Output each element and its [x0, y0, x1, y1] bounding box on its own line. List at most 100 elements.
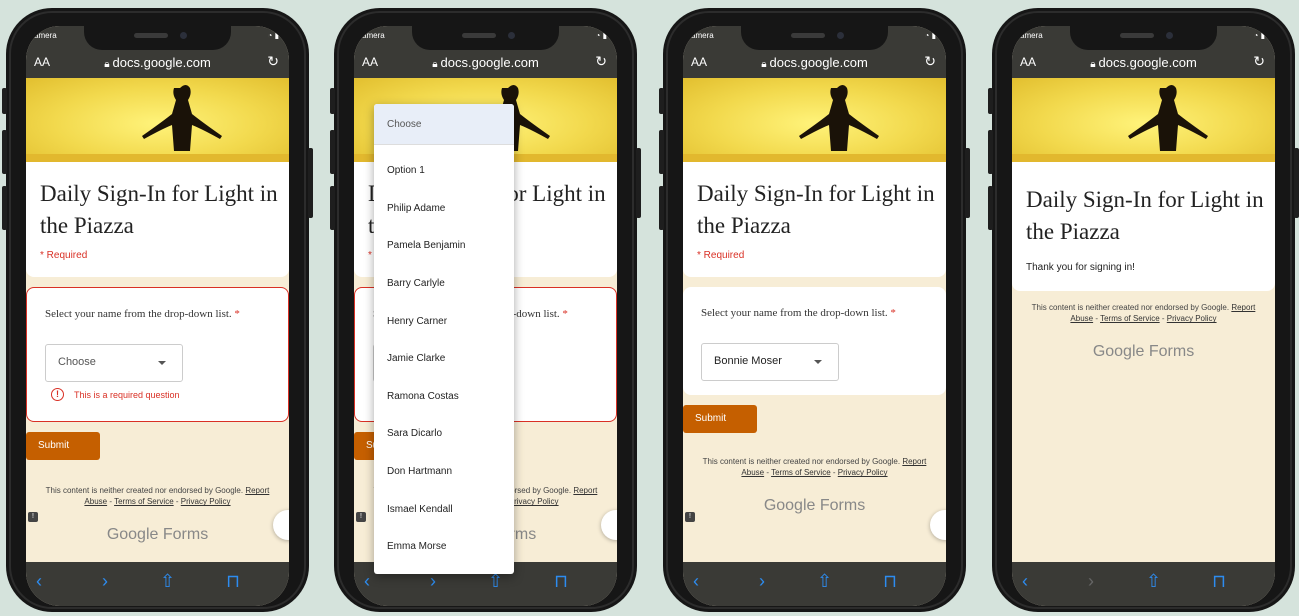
terms-link[interactable]: Terms of Service: [1100, 314, 1160, 323]
forward-icon[interactable]: ›: [1088, 572, 1094, 590]
carrier-label: amera: [362, 31, 385, 40]
google-wordmark: Google: [763, 496, 816, 514]
header-banner: [26, 78, 289, 154]
dropdown-option[interactable]: Ismael Kendall: [374, 490, 514, 528]
url-text: docs.google.com: [1098, 55, 1197, 70]
required-asterisk: *: [890, 307, 896, 320]
dropdown-option[interactable]: Choose: [374, 104, 514, 144]
side-button: [988, 88, 993, 114]
question-card: Select your name from the drop-down list…: [26, 287, 289, 423]
bookmarks-icon[interactable]: ⊓: [1212, 572, 1226, 590]
google-forms-logo: Google Forms: [683, 497, 946, 515]
back-icon[interactable]: ‹: [1022, 572, 1028, 590]
terms-link[interactable]: Terms of Service: [114, 497, 174, 506]
dropdown-option[interactable]: Jamie Clarke: [374, 340, 514, 378]
page-content: Daily Sign-In for Light in the Piazza * …: [683, 78, 946, 562]
carrier-label: amera: [34, 31, 57, 40]
question-card: Select your name from the drop-down list…: [683, 287, 946, 396]
required-asterisk: *: [234, 308, 240, 321]
dropdown-value: Bonnie Moser: [714, 355, 782, 368]
name-dropdown[interactable]: Choose: [45, 344, 183, 383]
report-icon[interactable]: !: [28, 512, 38, 522]
share-icon[interactable]: ⇧: [817, 572, 832, 590]
bookmarks-icon[interactable]: ⊓: [226, 572, 240, 590]
reload-icon[interactable]: ↻: [924, 53, 936, 70]
privacy-link[interactable]: Privacy Policy: [838, 468, 888, 477]
battery-icon: ◔ ▮: [267, 31, 279, 40]
privacy-link[interactable]: Privacy Policy: [181, 497, 231, 506]
safari-toolbar: ‹ › ⇧ ⊓: [1012, 562, 1275, 606]
phone-1: amera ◔ ▮ AA 🔒︎ docs.google.com ↻ Daily S…: [2, 8, 313, 612]
report-link[interactable]: Report: [245, 486, 269, 495]
share-icon[interactable]: ⇧: [488, 572, 503, 590]
submit-button[interactable]: Submit: [26, 432, 100, 461]
forward-icon[interactable]: ›: [430, 572, 436, 590]
dropdown-option[interactable]: Sara Dicarlo: [374, 415, 514, 453]
forms-wordmark: Forms: [1148, 342, 1195, 360]
dropdown-value: Choose: [58, 356, 96, 369]
reload-icon[interactable]: ↻: [595, 53, 607, 70]
disclaimer: This content is neither created nor endo…: [702, 457, 927, 478]
side-button: [330, 130, 335, 174]
dropdown-option[interactable]: Ramona Costas: [374, 378, 514, 416]
reload-icon[interactable]: ↻: [1253, 53, 1265, 70]
question-text: Select your name from the drop-down list…: [701, 307, 888, 320]
side-button: [2, 88, 7, 114]
bookmarks-icon[interactable]: ⊓: [554, 572, 568, 590]
back-icon[interactable]: ‹: [693, 572, 699, 590]
address-bar[interactable]: AA 🔒︎ docs.google.com ↻: [354, 48, 617, 78]
dropdown-option[interactable]: Philip Adame: [374, 190, 514, 228]
submit-button[interactable]: Submit: [683, 405, 757, 434]
report-link[interactable]: Report: [573, 486, 597, 495]
forward-icon[interactable]: ›: [759, 572, 765, 590]
disclaimer-text: This content is neither created nor endo…: [1031, 303, 1230, 313]
address-bar[interactable]: AA 🔒︎ docs.google.com ↻: [683, 48, 946, 78]
dropdown-option[interactable]: Barry Carlyle: [374, 265, 514, 303]
terms-link[interactable]: Terms of Service: [771, 468, 831, 477]
safari-toolbar: ‹ › ⇧ ⊓: [26, 562, 289, 606]
privacy-link[interactable]: Privacy Policy: [1167, 314, 1217, 323]
dropdown-menu: Choose Option 1 Philip Adame Pamela Benj…: [374, 104, 514, 574]
header-banner: [1012, 78, 1275, 154]
caret-down-icon: [814, 360, 822, 365]
back-icon[interactable]: ‹: [36, 572, 42, 590]
form-title: Daily Sign-In for Light in: [697, 181, 935, 206]
forward-icon[interactable]: ›: [102, 572, 108, 590]
carrier-label: amera: [691, 31, 714, 40]
dropdown-option[interactable]: Emma Morse: [374, 528, 514, 566]
reload-icon[interactable]: ↻: [267, 53, 279, 70]
name-dropdown[interactable]: Bonnie Moser: [701, 343, 839, 382]
share-icon[interactable]: ⇧: [160, 572, 175, 590]
dropdown-option[interactable]: Option 1: [374, 152, 514, 190]
phone-2: amera ◔ ▮ AA 🔒︎docs.google.com ↻ Daily S…: [330, 8, 641, 612]
abuse-link[interactable]: Abuse: [741, 468, 764, 477]
report-icon[interactable]: !: [356, 512, 366, 522]
form-title-line2: the Piazza: [40, 213, 134, 239]
abuse-link[interactable]: Abuse: [84, 497, 107, 506]
dropdown-option[interactable]: Henry Carner: [374, 302, 514, 340]
bookmarks-icon[interactable]: ⊓: [883, 572, 897, 590]
form-header-card: Daily Sign-In for Light in the Piazza Th…: [1012, 154, 1275, 292]
forms-wordmark: Forms: [819, 496, 866, 514]
address-bar[interactable]: AA 🔒︎ docs.google.com ↻: [26, 48, 289, 78]
privacy-link[interactable]: Privacy Policy: [509, 497, 559, 506]
carrier-label: amera: [1020, 31, 1043, 40]
battery-icon: ◔ ▮: [924, 31, 936, 40]
share-icon[interactable]: ⇧: [1146, 572, 1161, 590]
report-link[interactable]: Report: [1231, 303, 1255, 312]
side-button: [659, 186, 664, 230]
side-button: [636, 148, 641, 218]
confirmation-message: Thank you for signing in!: [1026, 262, 1135, 274]
report-link[interactable]: Report: [902, 457, 926, 466]
side-button: [659, 88, 664, 114]
side-button: [659, 130, 664, 174]
side-button: [330, 186, 335, 230]
dropdown-option[interactable]: Don Hartmann: [374, 453, 514, 491]
dropdown-option[interactable]: Pamela Benjamin: [374, 227, 514, 265]
notch: [1070, 26, 1217, 50]
address-bar[interactable]: AA 🔒︎ docs.google.com ↻: [1012, 48, 1275, 78]
report-icon[interactable]: !: [685, 512, 695, 522]
abuse-link[interactable]: Abuse: [1070, 314, 1093, 323]
back-icon[interactable]: ‹: [364, 572, 370, 590]
lock-icon: 🔒︎: [104, 59, 110, 70]
